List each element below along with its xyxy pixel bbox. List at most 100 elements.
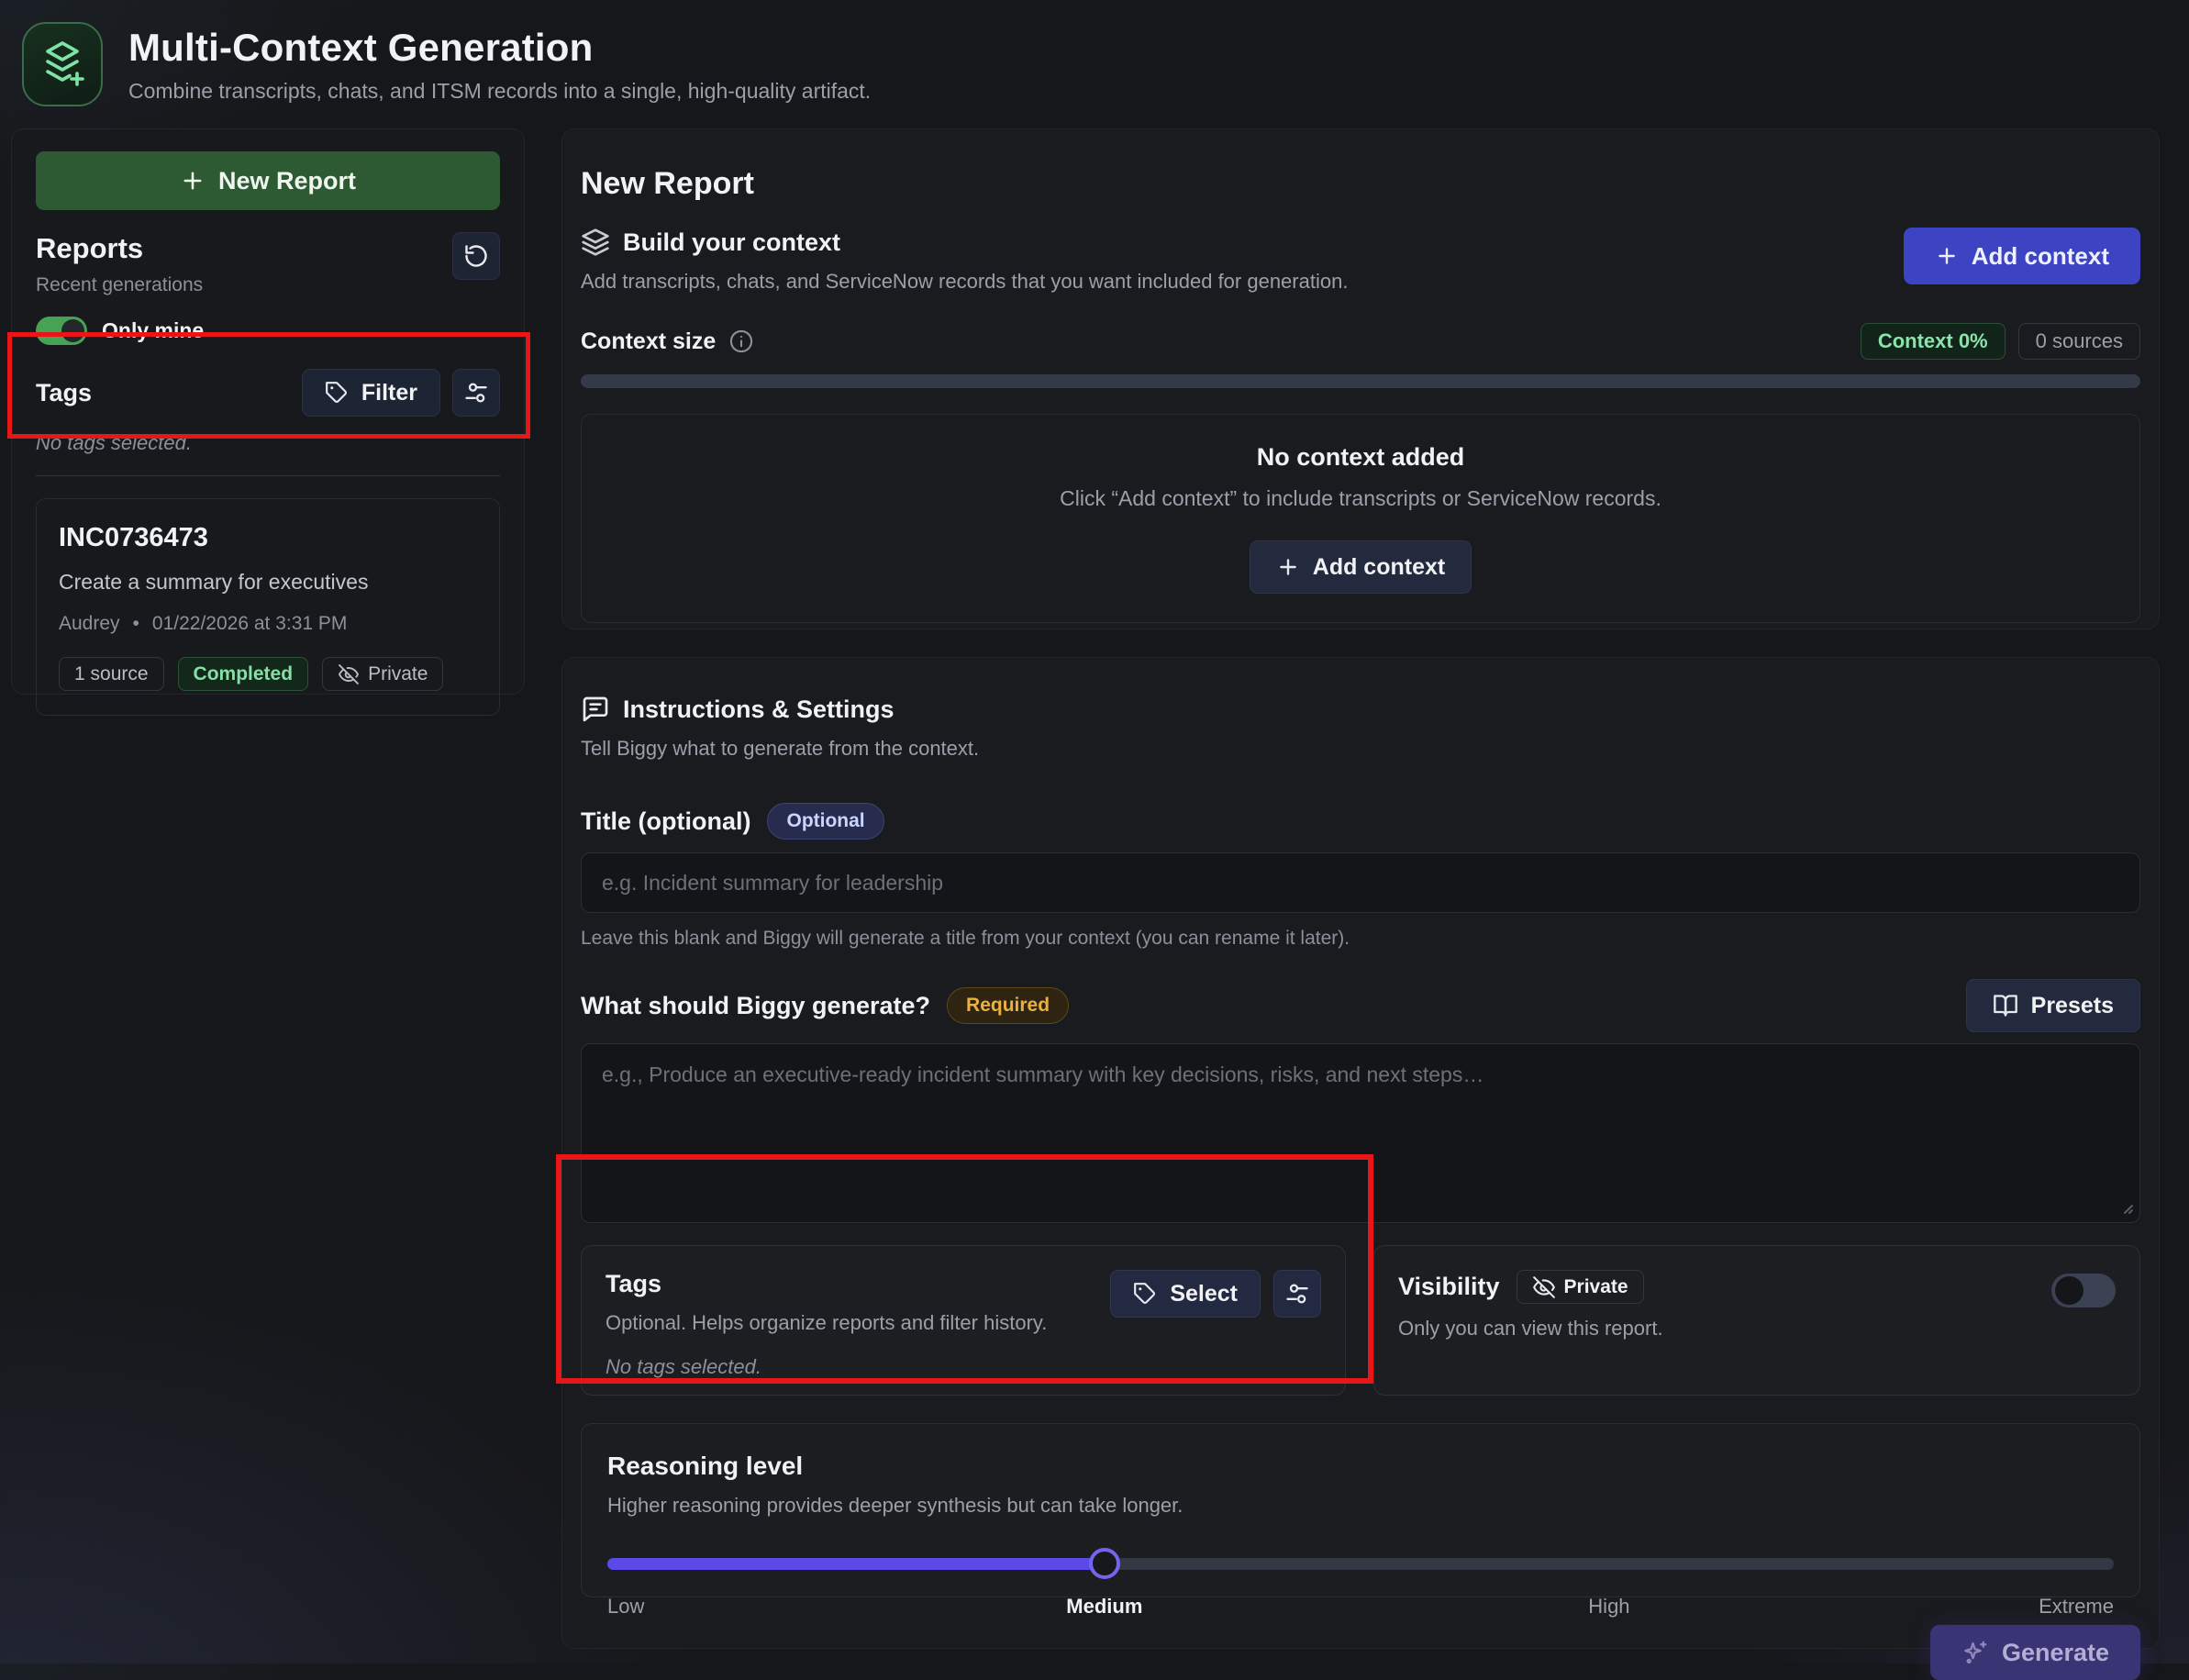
context-percent-badge: Context 0% bbox=[1861, 323, 2006, 360]
build-context-subtitle: Add transcripts, chats, and ServiceNow r… bbox=[581, 270, 1348, 294]
level-low[interactable]: Low bbox=[607, 1595, 644, 1619]
refresh-reports-button[interactable] bbox=[452, 232, 500, 280]
resize-grip[interactable] bbox=[2117, 1197, 2135, 1216]
context-size-row: Context size Context 0% 0 sources bbox=[581, 323, 2140, 360]
private-badge: Private bbox=[1517, 1270, 1644, 1304]
page-subtitle: Combine transcripts, chats, and ITSM rec… bbox=[128, 79, 871, 104]
sliders-icon bbox=[1284, 1281, 1310, 1307]
empty-state-title: No context added bbox=[1257, 443, 1465, 472]
title-helper-text: Leave this blank and Biggy will generate… bbox=[581, 928, 2140, 950]
eye-off-icon bbox=[338, 663, 360, 685]
tags-filter-button[interactable]: Filter bbox=[302, 369, 440, 417]
sliders-icon bbox=[463, 380, 489, 406]
title-input[interactable] bbox=[581, 852, 2140, 913]
page-title: Multi-Context Generation bbox=[128, 26, 871, 70]
reasoning-slider[interactable] bbox=[607, 1549, 2114, 1578]
reports-subtitle: Recent generations bbox=[36, 274, 203, 296]
report-meta: Audrey • 01/22/2026 at 3:31 PM bbox=[59, 613, 477, 635]
reasoning-title: Reasoning level bbox=[607, 1452, 2114, 1481]
plus-icon bbox=[1276, 555, 1300, 579]
reports-title: Reports bbox=[36, 232, 203, 265]
instructions-subtitle: Tell Biggy what to generate from the con… bbox=[581, 737, 2140, 761]
only-mine-label: Only mine bbox=[102, 318, 204, 343]
report-timestamp: 01/22/2026 at 3:31 PM bbox=[152, 613, 348, 635]
only-mine-row: Only mine bbox=[36, 317, 500, 345]
report-id: INC0736473 bbox=[59, 523, 477, 553]
new-report-button[interactable]: New Report bbox=[36, 151, 500, 210]
reports-sidebar: New Report Reports Recent generations On… bbox=[11, 128, 525, 695]
tags-filter-label: Filter bbox=[361, 380, 417, 406]
level-extreme[interactable]: Extreme bbox=[2039, 1595, 2114, 1619]
required-badge: Required bbox=[947, 987, 1069, 1024]
optional-badge: Optional bbox=[767, 803, 883, 840]
main-title: New Report bbox=[581, 166, 2140, 202]
tags-card-settings-button[interactable] bbox=[1273, 1270, 1321, 1318]
visibility-badge: Private bbox=[322, 657, 443, 691]
tags-card-empty-text: No tags selected. bbox=[606, 1355, 1321, 1379]
header-text: Multi-Context Generation Combine transcr… bbox=[128, 26, 871, 104]
app-header: Multi-Context Generation Combine transcr… bbox=[0, 0, 2189, 128]
empty-state-subtitle: Click “Add context” to include transcrip… bbox=[1060, 486, 1661, 511]
level-medium[interactable]: Medium bbox=[1066, 1595, 1142, 1619]
report-description: Create a summary for executives bbox=[59, 570, 477, 595]
layers-plus-icon bbox=[37, 38, 88, 91]
visibility-title: Visibility bbox=[1398, 1273, 1500, 1301]
reasoning-subtitle: Higher reasoning provides deeper synthes… bbox=[607, 1494, 2114, 1518]
tags-card: Tags Optional. Helps organize reports an… bbox=[581, 1245, 1346, 1396]
settings-cards-row: Tags Optional. Helps organize reports an… bbox=[581, 1245, 2140, 1396]
prompt-field-label: What should Biggy generate? bbox=[581, 992, 930, 1020]
tags-settings-button[interactable] bbox=[452, 369, 500, 417]
plus-icon bbox=[1935, 244, 1959, 268]
reasoning-level-card: Reasoning level Higher reasoning provide… bbox=[581, 1423, 2140, 1597]
reports-header: Reports Recent generations bbox=[36, 232, 500, 296]
sparkles-icon bbox=[1961, 1639, 1989, 1666]
instructions-title: Instructions & Settings bbox=[623, 695, 894, 724]
only-mine-toggle[interactable] bbox=[36, 317, 87, 345]
level-high[interactable]: High bbox=[1588, 1595, 1629, 1619]
prompt-field-row: What should Biggy generate? Required Pre… bbox=[581, 979, 2140, 1032]
sidebar-tags-section: Tags Filter bbox=[36, 369, 500, 476]
tag-icon bbox=[1133, 1282, 1157, 1306]
add-context-button-empty[interactable]: Add context bbox=[1250, 540, 1472, 594]
status-badge: Completed bbox=[178, 657, 309, 691]
app-logo bbox=[22, 22, 103, 106]
tag-icon bbox=[325, 381, 349, 405]
info-icon[interactable] bbox=[728, 328, 754, 354]
eye-off-icon bbox=[1532, 1275, 1556, 1299]
visibility-toggle[interactable] bbox=[2051, 1274, 2116, 1307]
context-size-progressbar bbox=[581, 374, 2140, 388]
sources-badge: 1 source bbox=[59, 657, 164, 691]
visibility-subtitle: Only you can view this report. bbox=[1398, 1317, 2116, 1341]
build-context-title: Build your context bbox=[623, 228, 840, 257]
prompt-textarea[interactable] bbox=[581, 1043, 2140, 1223]
note-icon bbox=[581, 695, 610, 724]
sidebar-tags-empty-text: No tags selected. bbox=[36, 431, 500, 455]
sources-count-badge: 0 sources bbox=[2018, 323, 2140, 360]
context-size-label: Context size bbox=[581, 328, 716, 355]
layers-icon bbox=[581, 228, 610, 257]
visibility-card: Visibility Private Only you can view thi… bbox=[1373, 1245, 2140, 1396]
book-open-icon bbox=[1993, 993, 2018, 1018]
meta-separator: • bbox=[133, 613, 139, 635]
report-card[interactable]: INC0736473 Create a summary for executiv… bbox=[36, 498, 500, 716]
reasoning-level-labels: Low Medium High Extreme bbox=[607, 1595, 2114, 1622]
new-report-label: New Report bbox=[218, 167, 356, 195]
instructions-settings-panel: Instructions & Settings Tell Biggy what … bbox=[561, 657, 2160, 1649]
build-context-header: Build your context Add transcripts, chat… bbox=[581, 228, 2140, 294]
no-context-empty-state: No context added Click “Add context” to … bbox=[581, 414, 2140, 623]
plus-icon bbox=[180, 168, 206, 194]
multi-context-generation-app: Multi-Context Generation Combine transcr… bbox=[0, 0, 2189, 1663]
tags-select-button[interactable]: Select bbox=[1110, 1270, 1261, 1318]
instructions-header: Instructions & Settings bbox=[581, 695, 2140, 724]
slider-thumb[interactable] bbox=[1089, 1548, 1120, 1579]
sidebar-tags-title: Tags bbox=[36, 379, 92, 407]
presets-button[interactable]: Presets bbox=[1966, 979, 2140, 1032]
refresh-icon bbox=[463, 243, 489, 269]
generate-button[interactable]: Generate bbox=[1930, 1625, 2140, 1680]
add-context-button-top[interactable]: Add context bbox=[1904, 228, 2140, 284]
title-field-label: Title (optional) bbox=[581, 807, 750, 836]
report-author: Audrey bbox=[59, 613, 120, 635]
report-badges: 1 source Completed Private bbox=[59, 657, 477, 691]
new-report-panel: New Report Build your context Add transc… bbox=[561, 128, 2160, 629]
slider-fill bbox=[607, 1558, 1105, 1570]
